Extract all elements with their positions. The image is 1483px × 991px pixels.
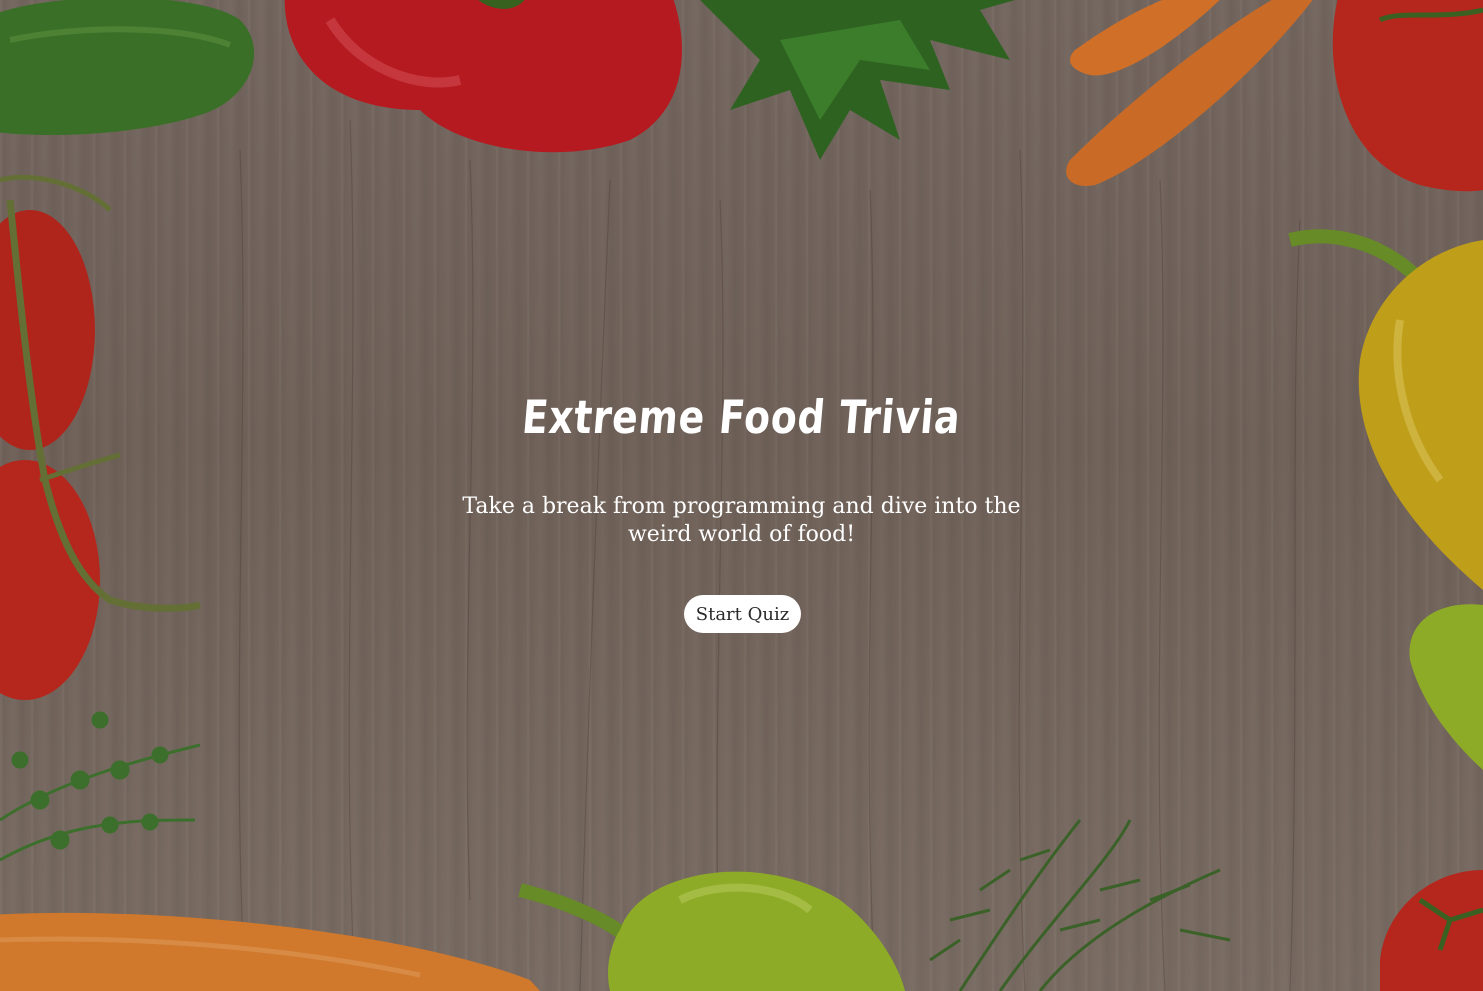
start-quiz-button[interactable]: Start Quiz: [684, 595, 801, 633]
page-title: Extreme Food Trivia: [520, 390, 963, 444]
subtitle-line-1: Take a break from programming and dive i…: [462, 494, 1021, 519]
subtitle-line-2: weird world of food!: [627, 522, 856, 547]
page-subtitle: Take a break from programming and dive i…: [0, 493, 1483, 549]
